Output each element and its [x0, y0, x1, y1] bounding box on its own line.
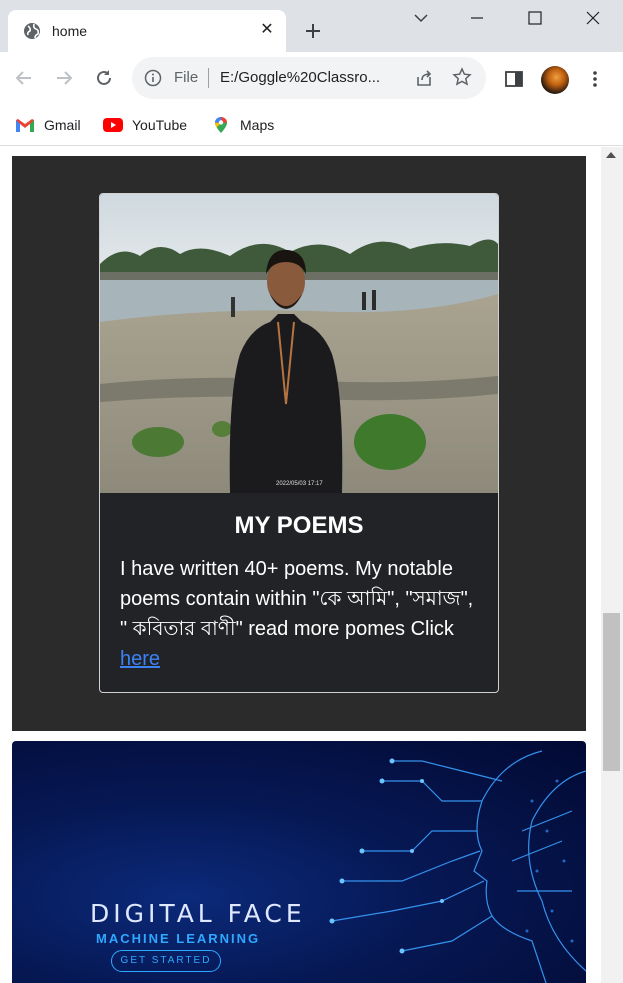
get-started-button[interactable]: GET STARTED — [111, 950, 221, 972]
url-text[interactable]: E:/Goggle%20Classro... — [220, 69, 416, 86]
address-bar[interactable]: File E:/Goggle%20Classro... — [132, 57, 486, 99]
card-title: MY POEMS — [234, 512, 364, 539]
bookmarks-bar: Gmail YouTube Maps — [0, 106, 623, 146]
divider — [208, 68, 209, 88]
tab-title: home — [52, 23, 88, 39]
maps-icon — [215, 117, 227, 133]
scheme-label: File — [174, 69, 199, 86]
banner-subtitle: MACHINE LEARNING — [96, 931, 261, 946]
bookmark-gmail[interactable]: Gmail — [14, 114, 81, 136]
bookmark-youtube[interactable]: YouTube — [102, 114, 187, 136]
scroll-up-arrow-icon[interactable] — [606, 152, 616, 158]
tab-close-icon[interactable]: ✕ — [258, 21, 276, 39]
bookmark-label: Gmail — [44, 117, 81, 133]
scrollbar-thumb[interactable] — [603, 613, 620, 771]
digital-face-illustration — [329, 750, 586, 983]
reload-icon[interactable] — [93, 67, 115, 89]
bookmark-maps[interactable]: Maps — [210, 114, 274, 136]
browser-toolbar: File E:/Goggle%20Classro... — [0, 52, 623, 106]
title-bar: home ✕ — [0, 0, 623, 52]
vertical-scrollbar[interactable] — [601, 147, 623, 983]
back-icon[interactable] — [13, 67, 35, 89]
poems-link[interactable]: here — [120, 648, 160, 670]
more-menu-icon[interactable] — [585, 69, 605, 89]
browser-tab[interactable]: home ✕ — [8, 10, 286, 52]
poems-card: 2022/05/03 17:17 MY POEMS I have written… — [99, 193, 499, 693]
card-description: I have written 40+ poems. My notable poe… — [120, 554, 480, 674]
youtube-icon — [103, 118, 123, 132]
bookmark-label: Maps — [240, 117, 275, 133]
gmail-icon — [16, 119, 34, 132]
share-icon[interactable] — [414, 68, 434, 88]
poems-section: 2022/05/03 17:17 MY POEMS I have written… — [12, 156, 586, 731]
close-window-icon[interactable] — [581, 8, 605, 28]
bookmark-label: YouTube — [132, 117, 188, 133]
banner-title: DIGITAL FACE — [90, 899, 306, 928]
photo-timestamp: 2022/05/03 17:17 — [276, 481, 323, 487]
profile-avatar[interactable] — [541, 66, 569, 94]
page-viewport: 2022/05/03 17:17 MY POEMS I have written… — [0, 147, 601, 983]
bookmark-star-icon[interactable] — [452, 67, 472, 87]
tab-search-chevron-icon[interactable] — [409, 8, 433, 28]
profile-photo: 2022/05/03 17:17 — [100, 194, 498, 493]
globe-icon — [24, 23, 40, 39]
maximize-icon[interactable] — [523, 8, 547, 28]
digital-face-banner: DIGITAL FACE MACHINE LEARNING GET STARTE… — [12, 741, 586, 983]
card-description-text: I have written 40+ poems. My notable poe… — [120, 558, 474, 640]
minimize-icon[interactable] — [465, 8, 489, 28]
forward-icon[interactable] — [53, 67, 75, 89]
side-panel-icon[interactable] — [504, 69, 524, 89]
site-info-icon[interactable] — [144, 69, 162, 87]
new-tab-icon[interactable] — [301, 19, 325, 43]
